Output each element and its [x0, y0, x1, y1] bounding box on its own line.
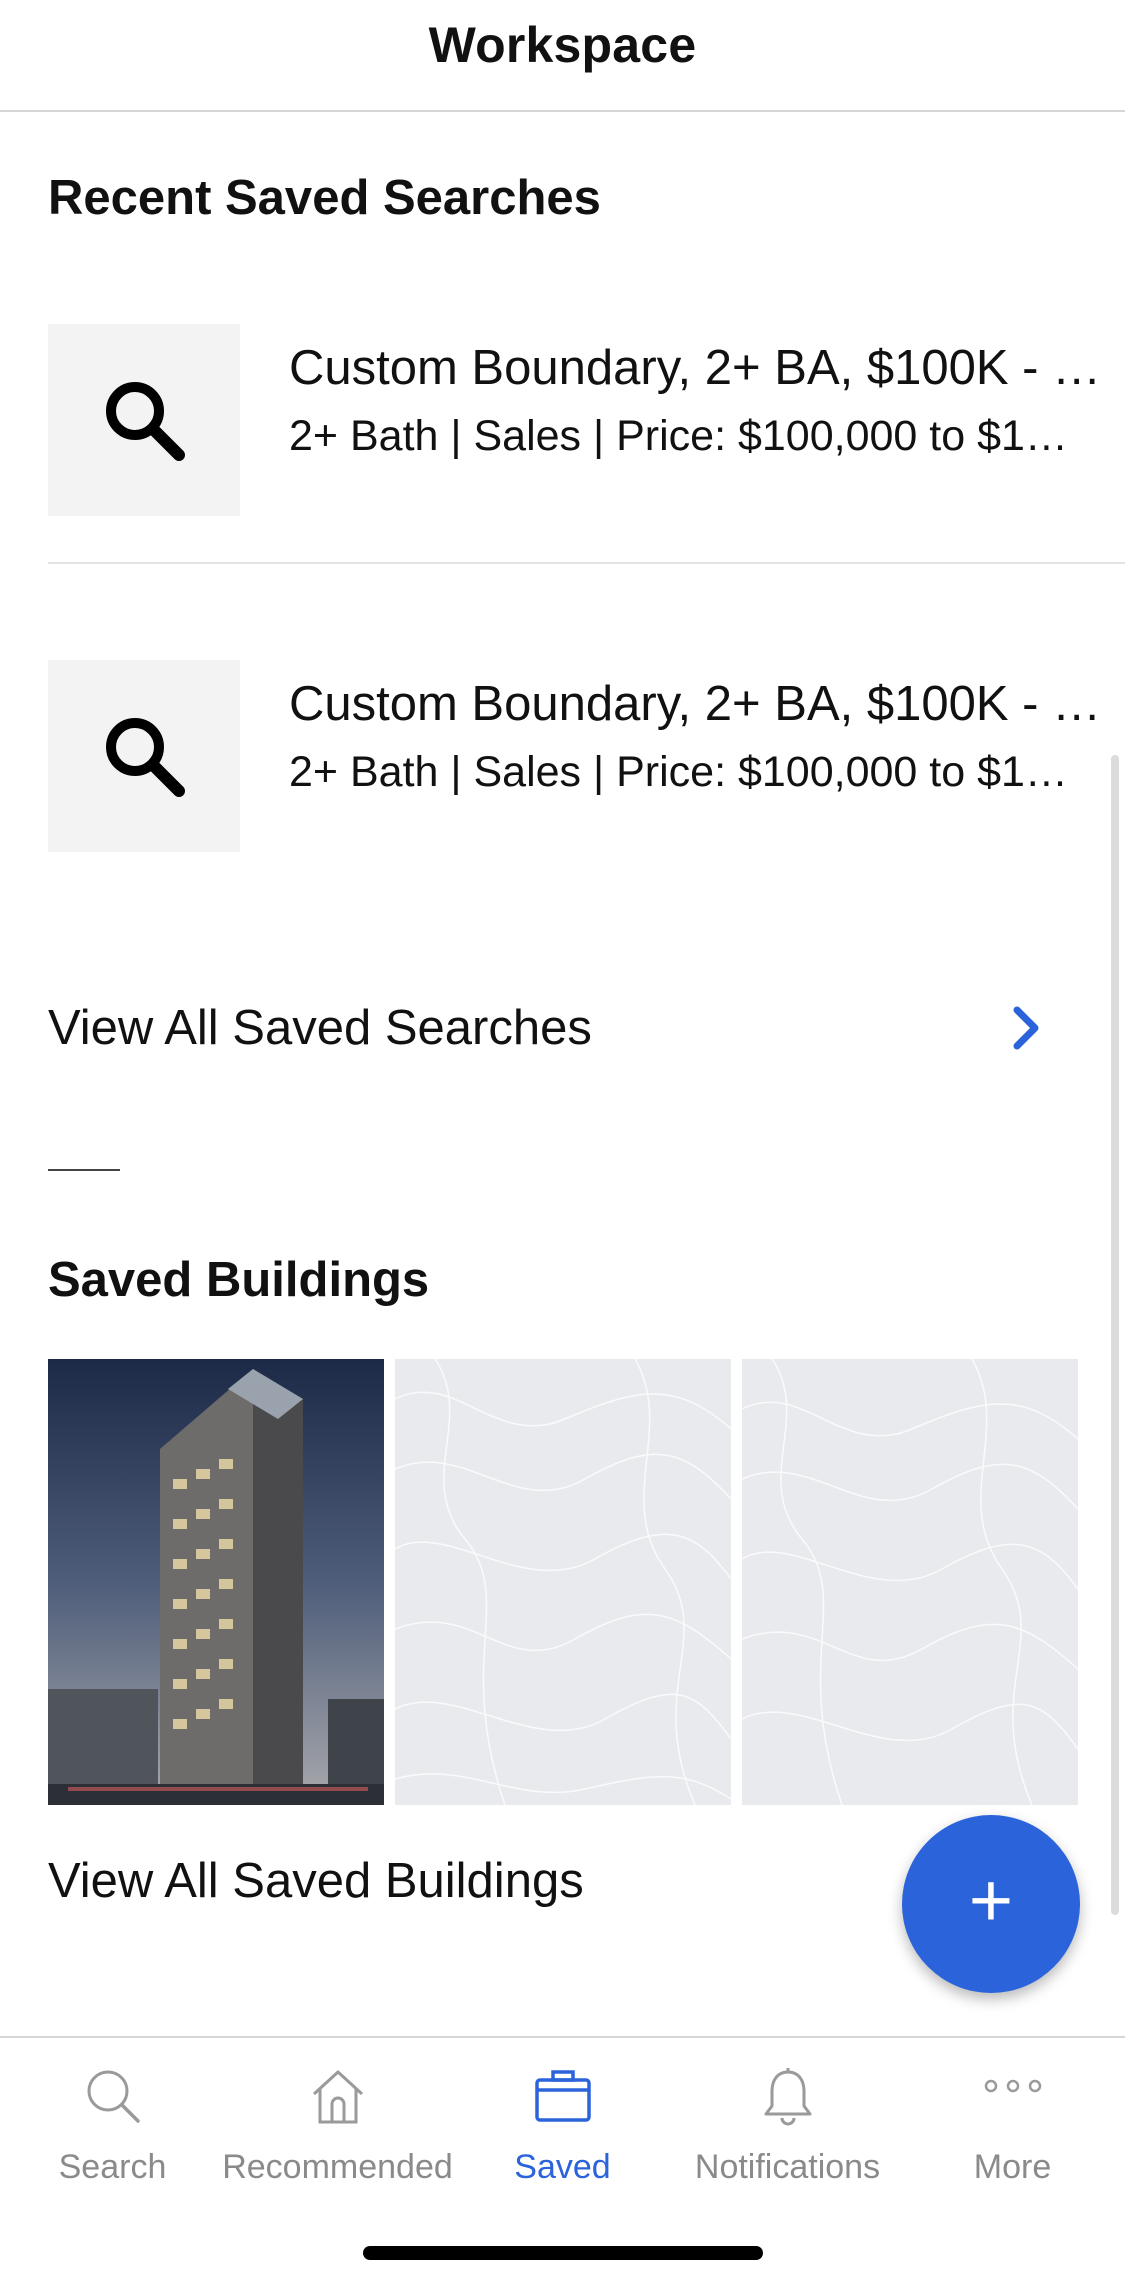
view-all-saved-buildings-link[interactable]: View All Saved Buildings — [48, 1841, 1048, 1921]
plus-icon: + — [968, 1858, 1014, 1943]
tab-notifications[interactable]: Notifications — [675, 2062, 900, 2222]
saved-search-thumbnail — [48, 324, 240, 516]
home-indicator[interactable] — [363, 2246, 763, 2260]
view-all-saved-searches-link[interactable]: View All Saved Searches — [48, 988, 1048, 1068]
view-all-saved-searches-label: View All Saved Searches — [48, 1001, 592, 1055]
bell-icon — [758, 2062, 818, 2130]
saved-buildings-grid — [48, 1359, 1078, 1805]
briefcase-icon — [533, 2062, 593, 2130]
saved-search-thumbnail — [48, 660, 240, 852]
search-icon — [83, 2062, 143, 2130]
saved-search-item[interactable]: Custom Boundary, 2+ BA, $100K - $1M 2+ B… — [48, 660, 1125, 852]
home-icon — [308, 2062, 368, 2130]
tab-recommended[interactable]: Recommended — [222, 2062, 453, 2222]
search-icon — [106, 718, 185, 797]
saved-building-placeholder[interactable] — [395, 1359, 731, 1805]
saved-search-subtitle: 2+ Bath | Sales | Price: $100,000 to $1,… — [289, 748, 1079, 796]
saved-search-title: Custom Boundary, 2+ BA, $100K - $1M — [289, 341, 1109, 395]
tab-search-label: Search — [58, 2148, 167, 2186]
recent-searches-heading: Recent Saved Searches — [48, 171, 601, 225]
view-all-saved-buildings-label: View All Saved Buildings — [48, 1854, 584, 1908]
tab-search[interactable]: Search — [0, 2062, 225, 2222]
tab-saved-label: Saved — [514, 2148, 611, 2186]
scrollbar[interactable] — [1111, 755, 1119, 1915]
saved-search-item[interactable]: Custom Boundary, 2+ BA, $100K - $1M 2+ B… — [48, 324, 1125, 516]
main-content: Recent Saved Searches Custom Boundary, 2… — [0, 114, 1125, 2036]
list-divider — [48, 562, 1125, 564]
tab-recommended-label: Recommended — [222, 2148, 453, 2186]
more-dots-icon — [983, 2062, 1043, 2130]
saved-buildings-heading: Saved Buildings — [48, 1253, 430, 1307]
saved-search-subtitle: 2+ Bath | Sales | Price: $100,000 to $1,… — [289, 412, 1079, 460]
page-title: Workspace — [428, 17, 697, 73]
saved-search-title: Custom Boundary, 2+ BA, $100K - $1M — [289, 677, 1109, 731]
add-fab-button[interactable]: + — [902, 1815, 1080, 1993]
section-divider — [48, 1169, 120, 1171]
tab-more[interactable]: More — [900, 2062, 1125, 2222]
app-header: Workspace — [0, 0, 1125, 112]
search-icon — [106, 382, 185, 461]
saved-building-placeholder[interactable] — [742, 1359, 1078, 1805]
tab-saved[interactable]: Saved — [450, 2062, 675, 2222]
chevron-right-icon — [1004, 1006, 1048, 1050]
tab-notifications-label: Notifications — [694, 2148, 881, 2186]
saved-building-photo[interactable] — [48, 1359, 384, 1805]
tab-more-label: More — [973, 2148, 1052, 2186]
